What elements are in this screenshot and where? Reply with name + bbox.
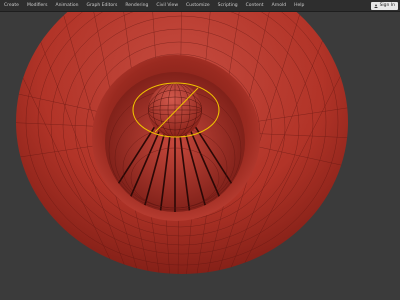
menu-graph-editors[interactable]: Graph Editors: [82, 0, 121, 12]
menu-animation[interactable]: Animation: [52, 0, 83, 12]
sign-in-button[interactable]: Sign In: [370, 2, 398, 10]
menu-bar: Create Modifiers Animation Graph Editors…: [0, 0, 400, 12]
sign-in-label: Sign In: [379, 3, 395, 8]
menu-arnold[interactable]: Arnold: [268, 0, 291, 12]
scene-render: [16, 12, 348, 274]
menu-content[interactable]: Content: [242, 0, 268, 12]
menu-customize[interactable]: Customize: [182, 0, 214, 12]
user-icon: [373, 4, 378, 8]
menu-scripting[interactable]: Scripting: [214, 0, 242, 12]
menu-modifiers[interactable]: Modifiers: [23, 0, 52, 12]
menu-create[interactable]: Create: [0, 0, 23, 12]
menu-help[interactable]: Help: [290, 0, 308, 12]
menu-rendering[interactable]: Rendering: [121, 0, 152, 12]
viewport-3d[interactable]: [0, 12, 400, 300]
inner-sphere-mesh: [148, 83, 202, 137]
menu-civil-view[interactable]: Civil View: [152, 0, 182, 12]
